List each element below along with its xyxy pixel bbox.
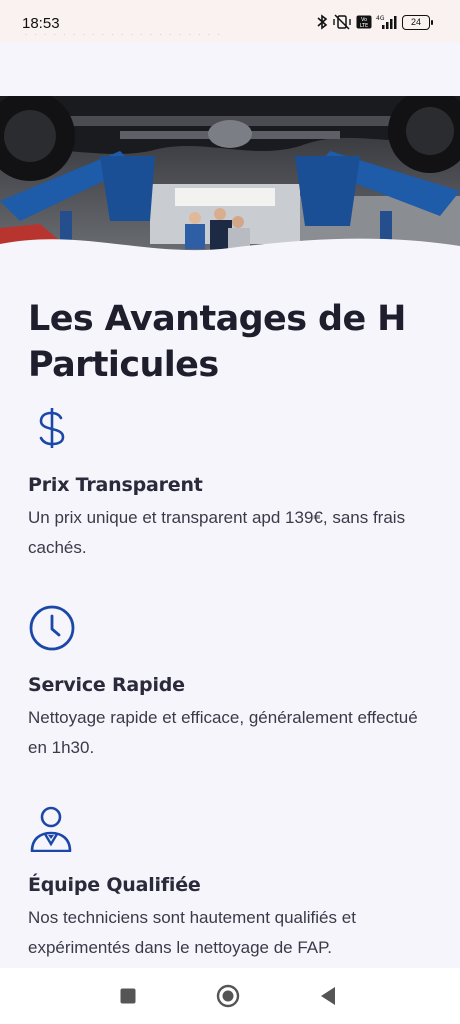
- feature-card: Prix Transparent Un prix unique et trans…: [28, 404, 438, 563]
- feature-card: Service Rapide Nettoyage rapide et effic…: [28, 604, 438, 763]
- feature-card: Équipe Qualifiée Nos techniciens sont ha…: [28, 804, 438, 963]
- scrolled-text-fragment: · · · · · · · · · · · · · · · · · · · · …: [24, 34, 222, 41]
- feature-description: Un prix unique et transparent apd 139€, …: [28, 508, 406, 557]
- vibrate-off-icon: [333, 14, 351, 30]
- svg-text:4G: 4G: [376, 15, 385, 22]
- recents-button[interactable]: [116, 984, 140, 1008]
- home-button[interactable]: [216, 984, 240, 1008]
- technician-icon: [30, 806, 72, 852]
- feature-description: Nettoyage rapide et efficace, généraleme…: [28, 708, 418, 757]
- volte-icon: VoLTE: [356, 15, 372, 29]
- dollar-icon: [39, 408, 65, 448]
- circle-icon: [216, 984, 240, 1008]
- bluetooth-icon: [317, 14, 328, 30]
- section-title: Les Avantages de H Particules: [28, 299, 406, 385]
- svg-text:LTE: LTE: [360, 23, 368, 29]
- status-icons: Vo LTE 4G 24: [316, 14, 433, 30]
- feature-title: Prix Transparent: [28, 474, 203, 496]
- system-navigation-bar: [0, 968, 460, 1024]
- hero-image: [0, 96, 460, 256]
- feature-title: Service Rapide: [28, 674, 185, 696]
- clock-icon: [29, 605, 75, 651]
- status-time: 18:53: [22, 15, 60, 32]
- battery-indicator: 24: [402, 14, 433, 30]
- signal-icon: 4G: [376, 15, 397, 29]
- back-triangle-icon: [321, 987, 335, 1005]
- feature-description: Nos techniciens sont hautement qualifiés…: [28, 908, 356, 957]
- feature-title: Équipe Qualifiée: [28, 874, 201, 896]
- back-button[interactable]: [316, 984, 340, 1008]
- square-icon: [120, 988, 136, 1004]
